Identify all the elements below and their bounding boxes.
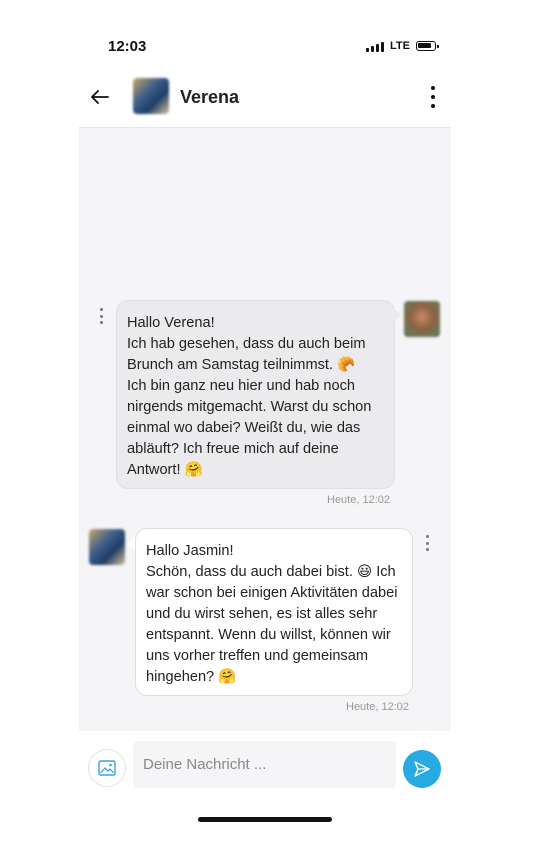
contact-name[interactable]: Verena (180, 87, 239, 108)
send-icon (414, 761, 430, 777)
more-vertical-icon (431, 86, 435, 90)
attach-image-button[interactable] (88, 749, 126, 787)
contact-avatar[interactable] (133, 78, 169, 114)
status-indicators: LTE (366, 40, 439, 52)
send-button[interactable] (403, 750, 441, 788)
arrow-left-icon (91, 90, 109, 104)
image-icon (98, 760, 116, 776)
message-timestamp: Heute, 12:02 (327, 494, 390, 506)
sender-avatar (404, 301, 440, 337)
status-time: 12:03 (108, 38, 147, 55)
more-options-button[interactable] (422, 84, 444, 110)
back-button[interactable] (86, 85, 114, 109)
bubble-tail (393, 308, 402, 322)
signal-icon (366, 41, 384, 52)
battery-icon (415, 41, 439, 51)
message-options-button[interactable] (423, 535, 431, 551)
message-options-button[interactable] (97, 308, 105, 324)
home-indicator (198, 817, 332, 822)
message-input[interactable] (133, 741, 396, 788)
network-type: LTE (390, 40, 410, 52)
contact-avatar-small[interactable] (89, 529, 125, 565)
message-bubble-sent: Hallo Verena! Ich hab gesehen, dass du a… (116, 300, 395, 489)
message-bubble-received: Hallo Jasmin! Schön, dass du auch dabei … (135, 528, 413, 696)
message-timestamp: Heute, 12:02 (346, 701, 409, 713)
